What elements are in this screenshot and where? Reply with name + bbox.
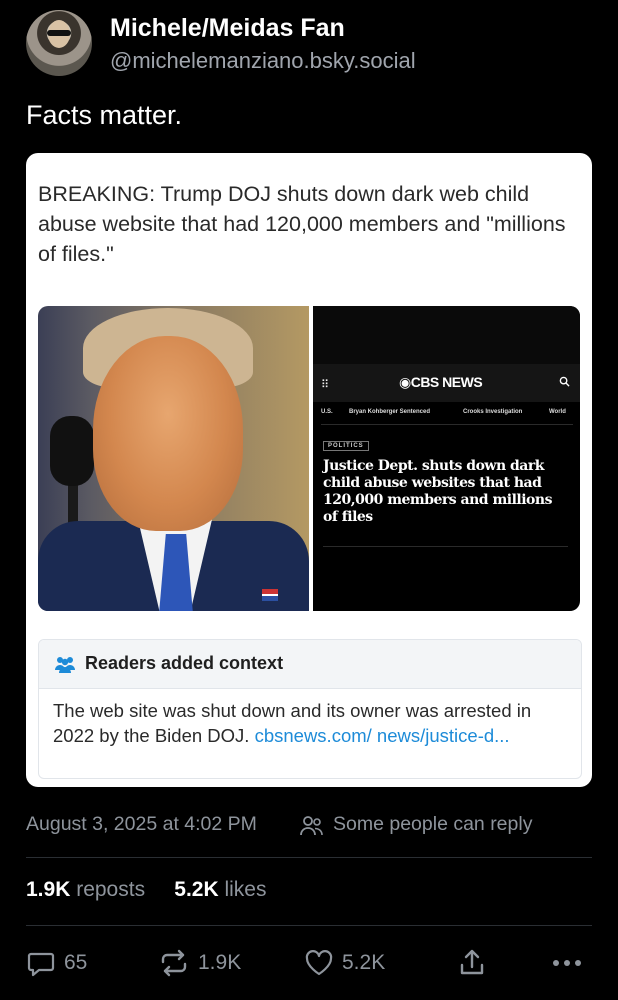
- reposts-label[interactable]: reposts: [76, 878, 145, 901]
- context-body: The web site was shut down and its owner…: [53, 698, 563, 748]
- reply-setting[interactable]: Some people can reply: [333, 813, 532, 836]
- more-options-button[interactable]: [552, 945, 582, 981]
- cbs-news-screenshot: ⠿ ◉CBS NEWS U.S. Bryan Kohberger Sentenc…: [313, 306, 580, 611]
- more-icon: [553, 960, 581, 966]
- post-image[interactable]: BREAKING: Trump DOJ shuts down dark web …: [26, 153, 592, 787]
- cbs-logo: ◉CBS NEWS: [399, 374, 483, 390]
- display-name[interactable]: Michele/Meidas Fan: [110, 14, 345, 43]
- divider: [26, 925, 592, 926]
- cbs-nav-item: Crooks Investigation: [463, 409, 523, 415]
- cbs-nav-item: Bryan Kohberger Sentenced: [349, 409, 431, 415]
- post-header: Michele/Meidas Fan @michelemanziano.bsky…: [0, 0, 618, 90]
- context-header: Readers added context: [39, 640, 581, 689]
- post-stats: 1.9K reposts 5.2K likes: [26, 878, 266, 902]
- share-icon: [460, 949, 484, 975]
- cbs-headline: Justice Dept. shuts down dark child abus…: [323, 458, 552, 525]
- search-icon: [559, 376, 570, 390]
- repost-icon: [161, 949, 187, 977]
- comment-icon: [27, 952, 55, 977]
- cbs-nav-item: World: [549, 409, 566, 415]
- divider: [26, 857, 592, 858]
- context-link[interactable]: cbsnews.com/ news/justice-d...: [255, 725, 510, 746]
- action-bar: 65 1.9K 5.2K: [0, 945, 618, 985]
- context-title: Readers added context: [85, 653, 284, 673]
- likes-count[interactable]: 5.2K: [174, 878, 218, 901]
- user-handle[interactable]: @michelemanziano.bsky.social: [110, 48, 416, 74]
- cbs-nav: U.S. Bryan Kohberger Sentenced Crooks In…: [321, 406, 573, 425]
- divider: [323, 546, 568, 547]
- repost-count: 1.9K: [198, 951, 242, 974]
- menu-icon: ⠿: [321, 379, 329, 391]
- likes-label[interactable]: likes: [224, 878, 266, 901]
- like-count: 5.2K: [342, 951, 386, 974]
- reply-button[interactable]: 65: [26, 945, 87, 981]
- reposts-count[interactable]: 1.9K: [26, 878, 70, 901]
- trump-photo: [38, 306, 309, 611]
- people-icon: [55, 657, 75, 673]
- heart-icon: [305, 950, 333, 976]
- repost-button[interactable]: 1.9K: [158, 945, 241, 981]
- cbs-category-tag: POLITICS: [323, 441, 369, 451]
- post-timestamp[interactable]: August 3, 2025 at 4:02 PM: [26, 813, 257, 836]
- share-button[interactable]: [458, 945, 486, 981]
- reply-count: 65: [64, 951, 88, 974]
- image-headline: BREAKING: Trump DOJ shuts down dark web …: [38, 182, 566, 266]
- people-icon: [300, 816, 323, 836]
- like-button[interactable]: 5.2K: [304, 945, 385, 981]
- post-text: Facts matter.: [26, 100, 183, 130]
- avatar[interactable]: [26, 10, 92, 76]
- cbs-nav-item: U.S.: [321, 409, 333, 415]
- readers-context-note: Readers added context The web site was s…: [38, 639, 582, 779]
